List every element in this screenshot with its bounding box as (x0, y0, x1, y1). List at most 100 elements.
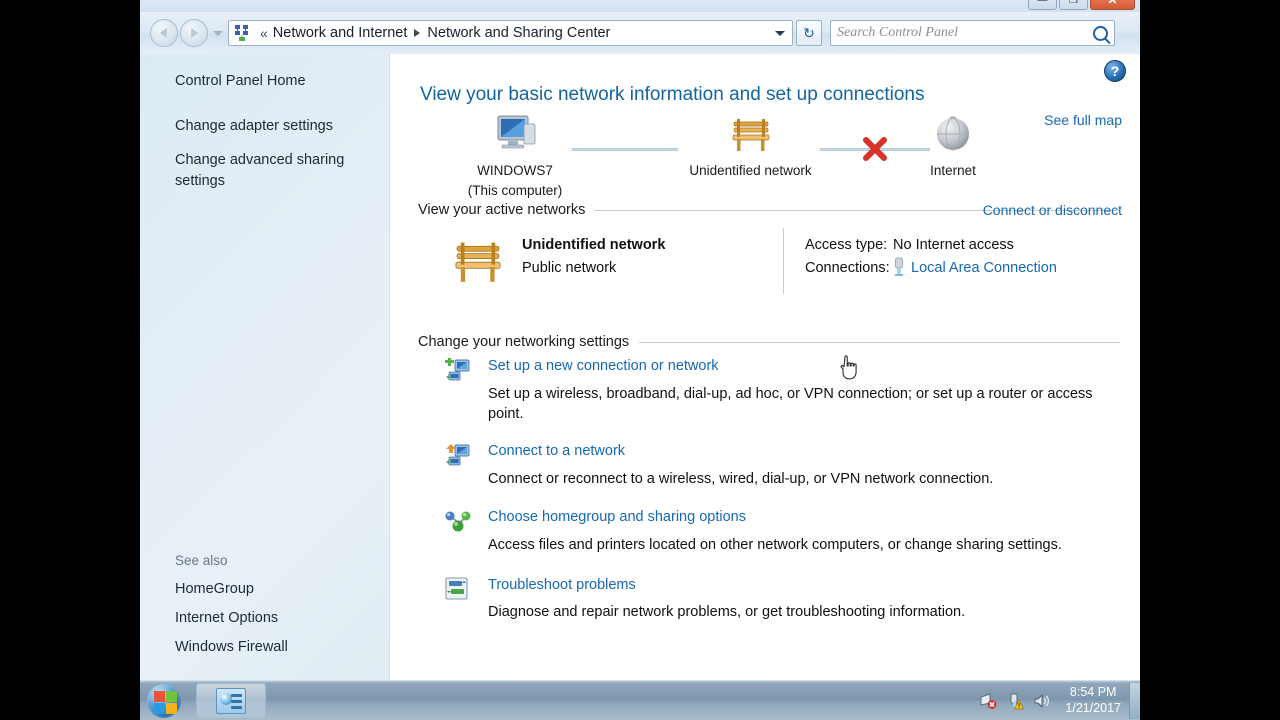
address-dropdown-chevron-down-icon[interactable] (772, 22, 788, 44)
breadcrumb-chevron-right-icon[interactable] (414, 29, 421, 37)
local-area-connection-link[interactable]: Local Area Connection (911, 257, 1057, 286)
taskbar-item-control-panel[interactable] (196, 682, 266, 719)
task-connect-to-a-network[interactable]: Connect to a network Connect or reconnec… (420, 441, 1120, 489)
detail-row-connections: Connections: Local Area Connection (805, 257, 1057, 286)
troubleshoot-icon (444, 577, 470, 601)
sidebar-item-internet-options[interactable]: Internet Options (140, 608, 278, 629)
sidebar-item-windows-firewall[interactable]: Windows Firewall (140, 637, 288, 658)
change-settings-title: Change your networking settings (418, 334, 630, 350)
network-map-node-unidentified-network[interactable]: Unidentified network (678, 112, 823, 181)
search-icon[interactable] (1093, 25, 1108, 41)
active-network-divider (783, 228, 784, 294)
task-set-up-new-connection[interactable]: Set up a new connection or network Set u… (420, 356, 1120, 425)
network-error-icon[interactable] (979, 692, 997, 710)
task-title[interactable]: Connect to a network (488, 441, 1120, 463)
window-body: Control Panel Home Change adapter settin… (140, 54, 1140, 680)
clock-time: 8:54 PM (1069, 684, 1117, 699)
sidebar-item-change-advanced-sharing-settings[interactable]: Change advanced sharing settings (140, 150, 359, 191)
sidebar-item-homegroup[interactable]: HomeGroup (140, 579, 254, 600)
task-description: Connect or reconnect to a wireless, wire… (488, 470, 994, 487)
network-map-node-computer-label: WINDOWS7 (477, 163, 553, 178)
task-title[interactable]: Choose homegroup and sharing options (488, 507, 1120, 529)
section-divider (639, 341, 1120, 343)
network-map: WINDOWS7 (This computer) Unidentified ne… (420, 112, 1110, 198)
computer-icon (491, 115, 539, 160)
minimize-icon: — (1037, 0, 1048, 6)
network-map-node-computer[interactable]: WINDOWS7 (This computer) (460, 112, 570, 200)
bench-network-icon (448, 234, 508, 293)
forward-button[interactable] (180, 19, 208, 47)
content-pane: ? View your basic network information an… (390, 54, 1140, 680)
active-network-identity[interactable]: Unidentified network Public network (448, 234, 665, 293)
mouse-cursor-hand-icon (837, 354, 863, 384)
minimize-button[interactable]: — (1028, 0, 1057, 10)
network-breadcrumb-icon (233, 24, 251, 42)
close-icon: ✕ (1107, 0, 1118, 7)
bench-network-icon (728, 119, 774, 160)
search-placeholder: Search Control Panel (837, 25, 959, 40)
access-type-value: No Internet access (893, 237, 1014, 253)
breadcrumb-overflow[interactable]: « (260, 25, 268, 41)
new-connection-icon (444, 357, 470, 382)
back-button[interactable] (150, 19, 178, 47)
active-networks-title: View your active networks (418, 202, 586, 218)
task-description: Access files and printers located on oth… (488, 536, 1062, 553)
screen: — ❐ ✕ « Network and Internet Network and… (0, 0, 1280, 720)
breadcrumb-segment-network-and-sharing-center[interactable]: Network and Sharing Center (427, 25, 610, 41)
see-also-label: See also (175, 553, 228, 568)
task-title[interactable]: Troubleshoot problems (488, 575, 1120, 597)
system-tray (979, 692, 1057, 710)
red-x-icon (862, 136, 888, 162)
control-panel-icon (216, 687, 246, 714)
detail-row-access-type: Access type: No Internet access (805, 234, 1057, 257)
window-controls: — ❐ ✕ (1028, 0, 1135, 10)
recent-pages-chevron-down-icon[interactable] (211, 19, 224, 47)
close-button[interactable]: ✕ (1090, 0, 1135, 10)
connect-network-icon (444, 443, 470, 467)
change-settings-section-header: Change your networking settings (418, 334, 1120, 350)
search-input[interactable]: Search Control Panel (830, 20, 1115, 46)
taskbar: 8:54 PM 1/21/2017 (140, 680, 1140, 720)
network-map-link-computer-to-network (572, 148, 678, 151)
task-description: Set up a wireless, broadband, dial-up, a… (488, 385, 1093, 423)
network-map-node-internet[interactable]: Internet (898, 112, 1008, 181)
connections-label: Connections: (805, 260, 890, 277)
network-map-node-internet-label: Internet (930, 163, 976, 178)
network-map-node-unidentified-network-label: Unidentified network (689, 163, 812, 178)
address-bar[interactable]: « Network and Internet Network and Shari… (228, 20, 793, 46)
sidebar-item-control-panel-home[interactable]: Control Panel Home (140, 71, 379, 92)
action-center-warning-icon[interactable] (1006, 692, 1025, 710)
network-map-node-computer-sublabel: (This computer) (467, 182, 563, 198)
windows-logo-icon (147, 683, 181, 718)
task-title[interactable]: Set up a new connection or network (488, 356, 1120, 378)
show-desktop-button[interactable] (1129, 682, 1140, 719)
active-network-details: Access type: No Internet access Connecti… (805, 234, 1057, 286)
see-full-map-link[interactable]: See full map (1044, 112, 1122, 128)
active-network-name: Unidentified network (522, 237, 666, 253)
breadcrumb-segment-network-and-internet[interactable]: Network and Internet (273, 25, 408, 41)
globe-icon (931, 116, 975, 160)
sidebar: Control Panel Home Change adapter settin… (140, 54, 390, 680)
volume-icon[interactable] (1033, 692, 1051, 710)
restore-icon: ❐ (1069, 0, 1078, 6)
connect-or-disconnect-link[interactable]: Connect or disconnect (983, 202, 1122, 218)
start-button[interactable] (140, 682, 188, 720)
sidebar-item-change-adapter-settings[interactable]: Change adapter settings (140, 116, 375, 137)
clock[interactable]: 8:54 PM 1/21/2017 (1057, 685, 1129, 716)
nav-arrow-group (150, 19, 224, 47)
restore-button[interactable]: ❐ (1059, 0, 1088, 10)
navigation-bar: « Network and Internet Network and Shari… (140, 12, 1140, 54)
refresh-button[interactable]: ↻ (796, 20, 822, 46)
active-network-type: Public network (522, 260, 617, 277)
clock-date: 1/21/2017 (1065, 700, 1121, 715)
page-title: View your basic network information and … (420, 84, 925, 105)
active-network-entry: Unidentified network Public network Acce… (420, 228, 1130, 304)
task-choose-homegroup-and-sharing-options[interactable]: Choose homegroup and sharing options Acc… (420, 507, 1120, 555)
homegroup-icon (444, 509, 471, 533)
ethernet-adapter-icon (893, 257, 905, 286)
task-description: Diagnose and repair network problems, or… (488, 604, 966, 621)
help-icon[interactable]: ? (1104, 60, 1126, 82)
task-troubleshoot-problems[interactable]: Troubleshoot problems Diagnose and repai… (420, 575, 1120, 623)
control-panel-window: — ❐ ✕ « Network and Internet Network and… (140, 0, 1140, 680)
access-type-label: Access type: (805, 237, 888, 253)
